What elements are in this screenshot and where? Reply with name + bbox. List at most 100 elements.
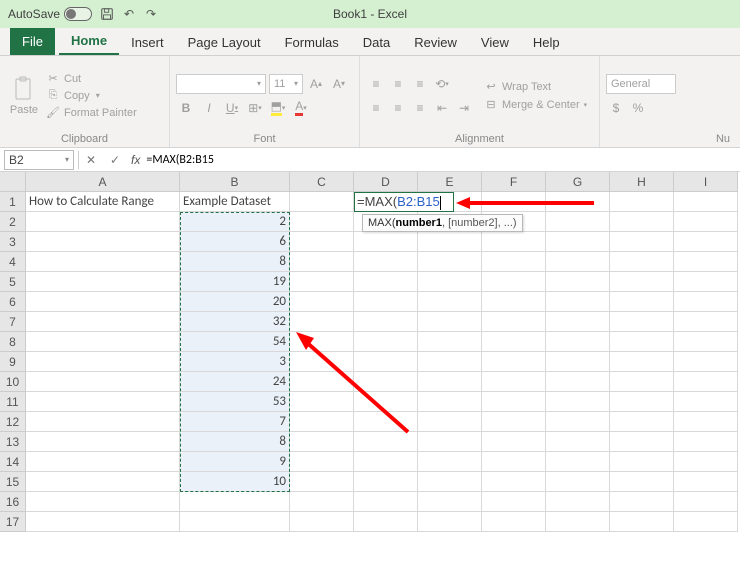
cell-f4[interactable]	[482, 252, 546, 272]
increase-font-button[interactable]: A▴	[306, 74, 326, 94]
cell-d16[interactable]	[354, 492, 418, 512]
autosave-toggle[interactable]: AutoSave	[8, 7, 92, 21]
col-header-e[interactable]: E	[418, 172, 482, 192]
tab-review[interactable]: Review	[402, 29, 469, 55]
cell-i10[interactable]	[674, 372, 738, 392]
underline-button[interactable]: U▾	[222, 98, 242, 118]
cell-e9[interactable]	[418, 352, 482, 372]
cell-e11[interactable]	[418, 392, 482, 412]
row-header[interactable]: 13	[0, 432, 26, 452]
cell-i4[interactable]	[674, 252, 738, 272]
cell-c9[interactable]	[290, 352, 354, 372]
tab-insert[interactable]: Insert	[119, 29, 176, 55]
cell-h13[interactable]	[610, 432, 674, 452]
cell-b12[interactable]: 7	[180, 412, 290, 432]
col-header-b[interactable]: B	[180, 172, 290, 192]
cell-e7[interactable]	[418, 312, 482, 332]
cell-a2[interactable]	[26, 212, 180, 232]
cell-h17[interactable]	[610, 512, 674, 532]
cell-a10[interactable]	[26, 372, 180, 392]
col-header-h[interactable]: H	[610, 172, 674, 192]
cell-i6[interactable]	[674, 292, 738, 312]
cell-f7[interactable]	[482, 312, 546, 332]
cell-b10[interactable]: 24	[180, 372, 290, 392]
cell-h7[interactable]	[610, 312, 674, 332]
col-header-c[interactable]: C	[290, 172, 354, 192]
cell-h11[interactable]	[610, 392, 674, 412]
format-painter-button[interactable]: 🖌Format Painter	[46, 106, 137, 120]
cell-h6[interactable]	[610, 292, 674, 312]
tab-home[interactable]: Home	[59, 27, 119, 55]
cell-e6[interactable]	[418, 292, 482, 312]
row-header[interactable]: 9	[0, 352, 26, 372]
cell-i5[interactable]	[674, 272, 738, 292]
cell-h1[interactable]	[610, 192, 674, 212]
cell-c1[interactable]	[290, 192, 354, 212]
cell-h4[interactable]	[610, 252, 674, 272]
cell-c2[interactable]	[290, 212, 354, 232]
cell-c11[interactable]	[290, 392, 354, 412]
cell-b15[interactable]: 10	[180, 472, 290, 492]
cell-h3[interactable]	[610, 232, 674, 252]
cell-h14[interactable]	[610, 452, 674, 472]
cell-g7[interactable]	[546, 312, 610, 332]
cell-i13[interactable]	[674, 432, 738, 452]
font-size-select[interactable]: 11▾	[269, 74, 303, 94]
save-icon[interactable]	[100, 7, 114, 21]
cell-d10[interactable]	[354, 372, 418, 392]
cell-f15[interactable]	[482, 472, 546, 492]
row-header[interactable]: 14	[0, 452, 26, 472]
col-header-a[interactable]: A	[26, 172, 180, 192]
cell-a14[interactable]	[26, 452, 180, 472]
cell-g6[interactable]	[546, 292, 610, 312]
cell-f11[interactable]	[482, 392, 546, 412]
cell-b6[interactable]: 20	[180, 292, 290, 312]
enter-formula-button[interactable]: ✓	[103, 153, 127, 167]
paste-button[interactable]: Paste	[6, 60, 42, 131]
cell-f13[interactable]	[482, 432, 546, 452]
borders-button[interactable]: ⊞▾	[245, 98, 265, 118]
cut-button[interactable]: ✂Cut	[46, 72, 137, 86]
cell-f12[interactable]	[482, 412, 546, 432]
cell-g2[interactable]	[546, 212, 610, 232]
cell-d8[interactable]	[354, 332, 418, 352]
col-header-i[interactable]: I	[674, 172, 738, 192]
cell-f6[interactable]	[482, 292, 546, 312]
cell-d4[interactable]	[354, 252, 418, 272]
cell-g12[interactable]	[546, 412, 610, 432]
align-center-button[interactable]: ≡	[388, 98, 408, 118]
row-header[interactable]: 12	[0, 412, 26, 432]
row-header[interactable]: 17	[0, 512, 26, 532]
cell-a17[interactable]	[26, 512, 180, 532]
cell-i12[interactable]	[674, 412, 738, 432]
wrap-text-button[interactable]: ↩Wrap Text	[484, 80, 587, 94]
cell-i16[interactable]	[674, 492, 738, 512]
cell-a7[interactable]	[26, 312, 180, 332]
cell-f14[interactable]	[482, 452, 546, 472]
cell-b4[interactable]: 8	[180, 252, 290, 272]
spreadsheet-grid[interactable]: A B C D E F G H I 1234567891011121314151…	[0, 172, 740, 567]
column-headers[interactable]: A B C D E F G H I	[26, 172, 738, 192]
cell-b2[interactable]: 2	[180, 212, 290, 232]
active-edit-cell[interactable]: =MAX(B2:B15	[354, 192, 454, 212]
cell-a4[interactable]	[26, 252, 180, 272]
font-color-button[interactable]: A▾	[291, 98, 311, 118]
align-bottom-button[interactable]: ≡	[410, 74, 430, 94]
row-header[interactable]: 2	[0, 212, 26, 232]
currency-button[interactable]: $	[606, 98, 626, 118]
cell-b9[interactable]: 3	[180, 352, 290, 372]
row-header[interactable]: 6	[0, 292, 26, 312]
col-header-f[interactable]: F	[482, 172, 546, 192]
copy-button[interactable]: ⎘Copy▾	[46, 89, 137, 103]
cell-b1[interactable]: Example Dataset	[180, 192, 290, 212]
tab-help[interactable]: Help	[521, 29, 572, 55]
cell-i3[interactable]	[674, 232, 738, 252]
cell-a3[interactable]	[26, 232, 180, 252]
cell-a8[interactable]	[26, 332, 180, 352]
cell-d6[interactable]	[354, 292, 418, 312]
cell-b14[interactable]: 9	[180, 452, 290, 472]
cell-h12[interactable]	[610, 412, 674, 432]
cell-e5[interactable]	[418, 272, 482, 292]
cell-i11[interactable]	[674, 392, 738, 412]
cell-e8[interactable]	[418, 332, 482, 352]
